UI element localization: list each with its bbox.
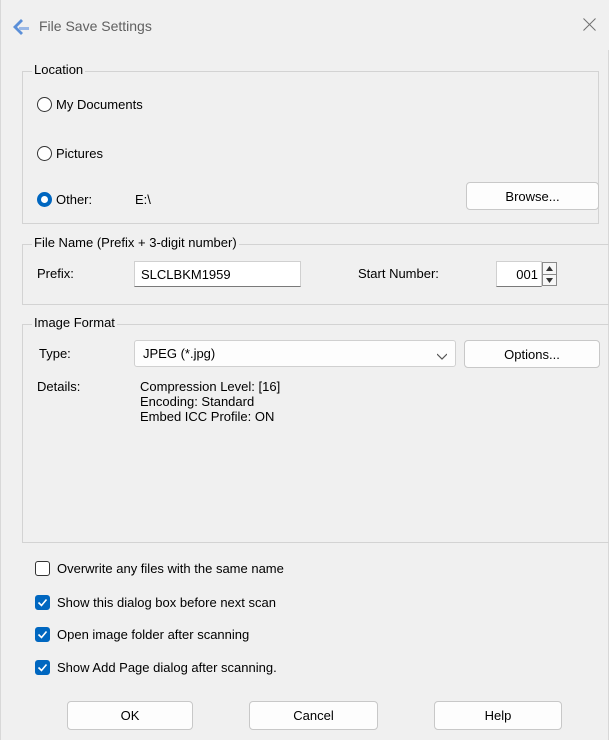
open-folder-checkbox-label[interactable]: Open image folder after scanning (57, 627, 249, 642)
radio-my-documents[interactable] (37, 97, 52, 112)
title-bar: File Save Settings (1, 0, 609, 50)
window-title: File Save Settings (39, 18, 152, 34)
prefix-label: Prefix: (37, 266, 74, 281)
type-label: Type: (39, 346, 71, 361)
other-path-value: E:\ (135, 192, 151, 207)
start-number-spinner[interactable] (542, 262, 557, 286)
details-line-encoding: Encoding: Standard (140, 394, 255, 409)
chevron-down-icon (436, 349, 448, 360)
radio-my-documents-label[interactable]: My Documents (56, 97, 143, 112)
radio-pictures[interactable] (37, 146, 52, 161)
start-number-label: Start Number: (358, 266, 439, 281)
browse-button[interactable]: Browse... (466, 182, 599, 210)
show-dialog-checkbox-label[interactable]: Show this dialog box before next scan (57, 595, 276, 610)
options-button[interactable]: Options... (464, 340, 600, 368)
details-label: Details: (37, 379, 81, 394)
format-details: Compression Level: [16] Encoding: Standa… (140, 379, 280, 424)
spin-down-icon[interactable] (543, 275, 556, 286)
open-folder-checkbox[interactable] (35, 627, 50, 642)
file-name-group-title: File Name (Prefix + 3-digit number) (32, 235, 239, 250)
close-button[interactable] (574, 10, 604, 40)
spin-up-icon[interactable] (543, 263, 556, 275)
file-save-settings-dialog: File Save Settings Location My Documents… (0, 0, 609, 740)
image-format-group-title: Image Format (32, 315, 117, 330)
details-line-compression: Compression Level: [16] (140, 379, 281, 394)
help-button[interactable]: Help (434, 701, 562, 730)
type-select-value: JPEG (*.jpg) (143, 346, 216, 361)
location-group-title: Location (32, 62, 86, 77)
radio-other-label[interactable]: Other: (56, 192, 92, 207)
type-select[interactable]: JPEG (*.jpg) (134, 340, 456, 367)
overwrite-checkbox-label[interactable]: Overwrite any files with the same name (57, 561, 284, 576)
cancel-button[interactable]: Cancel (249, 701, 378, 730)
add-page-checkbox[interactable] (35, 660, 50, 675)
add-page-checkbox-label[interactable]: Show Add Page dialog after scanning. (57, 660, 277, 675)
ok-button[interactable]: OK (67, 701, 193, 730)
scanner-app-icon (11, 18, 31, 36)
start-number-input[interactable]: 001 (496, 261, 542, 287)
show-dialog-checkbox[interactable] (35, 595, 50, 610)
prefix-input[interactable]: SLCLBKM1959 (134, 261, 301, 287)
details-line-icc: Embed ICC Profile: ON (140, 409, 275, 424)
radio-other[interactable] (37, 192, 52, 207)
radio-pictures-label[interactable]: Pictures (56, 146, 103, 161)
overwrite-checkbox[interactable] (35, 561, 50, 576)
